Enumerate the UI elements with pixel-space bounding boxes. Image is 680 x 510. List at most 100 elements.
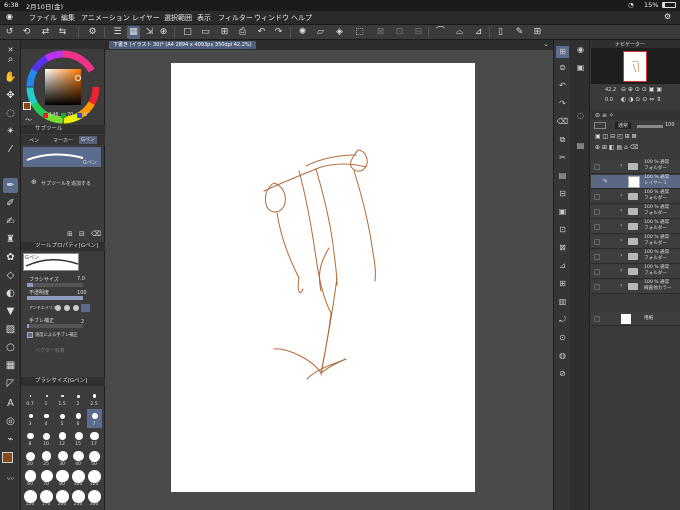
rotate-value[interactable]: 0.0 (605, 97, 613, 103)
flip-h-icon[interactable]: ⊡ (556, 224, 569, 236)
history-icon[interactable]: ↶ (556, 80, 569, 92)
rotate-controls-icon[interactable]: ◐ ◑ ⊙ ⊙ ⇔ ⇕ (621, 96, 661, 103)
brush-size-option[interactable]: 80 (55, 469, 70, 488)
pencil-tool-icon[interactable]: ✐ (3, 196, 18, 211)
crop-view-icon[interactable]: ⊞ (531, 26, 544, 39)
layer-row[interactable]: › 100 % 通常 線画他カラー (591, 280, 680, 294)
brush-size-option[interactable]: 200 (55, 489, 70, 508)
select-layer-icon[interactable]: ⊙ (556, 332, 569, 344)
transparent-color-icon[interactable]: 〰 (3, 472, 18, 487)
chevron-right-icon[interactable]: › (620, 252, 622, 259)
new-file-icon[interactable]: □ (181, 26, 194, 39)
layer-row[interactable]: ✎ 100 % 通常 レイヤー 1 (591, 175, 680, 189)
scale-icon[interactable]: ⊞ (556, 278, 569, 290)
vector-snap-label[interactable]: ベクター吸着 (35, 347, 65, 354)
menu-filter[interactable]: フィルター (218, 13, 253, 23)
zoom-out-icon[interactable]: ⊖ ⊕ ⊙ ⊙ ▣ ▣ (621, 86, 662, 93)
opacity-value[interactable]: 100 (77, 290, 87, 296)
add-subtool-icon[interactable]: ⊕ (31, 178, 37, 186)
visibility-toggle[interactable] (594, 224, 600, 230)
subtool-duplicate-icon[interactable]: ⊟ (79, 230, 85, 238)
zoom-value[interactable]: 42.2 (605, 87, 616, 93)
airbrush-icon[interactable]: ♜ (3, 232, 18, 247)
brush-size-option[interactable]: 10 (39, 429, 54, 448)
brush-size-slider[interactable] (27, 283, 83, 287)
transfer-icon[interactable]: ⇆ (56, 26, 69, 39)
export-icon[interactable]: ⇲ (143, 26, 156, 39)
settings-gear-icon[interactable]: ⚙ (664, 12, 671, 21)
brush-size-option[interactable]: 25 (39, 449, 54, 468)
eraser-icon[interactable]: ◇ (3, 268, 18, 283)
brush-size-option[interactable]: 8 (23, 429, 38, 448)
save-icon[interactable]: ⊞ (218, 26, 231, 39)
swap-icon[interactable]: ⇄ (39, 26, 52, 39)
lock-icon[interactable]: ⊘ (556, 368, 569, 380)
chevron-right-icon[interactable]: › (620, 192, 622, 199)
quick-access-icon[interactable]: ⚙ (86, 26, 99, 39)
brush-size-option[interactable]: 120 (87, 469, 102, 488)
delete-icon[interactable]: ✂ (556, 152, 569, 164)
undo-small-icon[interactable]: ↺ (3, 26, 16, 39)
visibility-toggle[interactable] (594, 239, 600, 245)
layer-row[interactable]: › 100 % 通常 フォルダー (591, 160, 680, 174)
tab-marker[interactable]: マーカー (53, 137, 73, 144)
crop-icon[interactable]: ⊠ (374, 26, 387, 39)
redo-history-icon[interactable]: ↷ (556, 98, 569, 110)
blend-icon[interactable]: ◐ (3, 286, 18, 301)
tab-menu-icon[interactable]: ⌄ (543, 40, 549, 48)
device-icon[interactable]: ▯ (494, 26, 507, 39)
layer-row[interactable]: › 100 % 通常 フォルダー (591, 235, 680, 249)
color-g-value[interactable]: 70 (67, 112, 73, 118)
merge-icon[interactable]: ⊟ (556, 188, 569, 200)
decoration-icon[interactable]: ✿ (3, 250, 18, 265)
visibility-toggle[interactable] (594, 254, 600, 260)
copy-icon[interactable]: ⧉ (556, 134, 569, 146)
chevron-right-icon[interactable]: › (620, 207, 622, 214)
brush-size-option[interactable]: 3 (23, 409, 38, 428)
zoom-icon[interactable]: ⌕ (3, 52, 18, 67)
menu-file[interactable]: ファイル (29, 13, 57, 23)
brush-size-option[interactable]: 250 (71, 489, 86, 508)
visibility-toggle[interactable] (594, 209, 600, 215)
subtool-copy-icon[interactable]: ⊞ (67, 230, 73, 238)
web-icon[interactable]: ⊕ (157, 26, 170, 39)
visibility-toggle[interactable] (594, 316, 600, 322)
color-r-value[interactable]: 146 (49, 112, 59, 118)
chevron-right-icon[interactable]: › (620, 237, 622, 244)
chevron-right-icon[interactable]: › (620, 162, 622, 169)
app-logo-icon[interactable]: ◉ (6, 12, 13, 21)
brush-size-option[interactable]: 17 (87, 429, 102, 448)
canvas-rotate-icon[interactable]: ⟲ (20, 26, 33, 39)
blend-mode-select[interactable]: 通常 (615, 122, 632, 129)
menu-view[interactable]: 表示 (197, 13, 211, 23)
brush-size-option[interactable]: 170 (39, 489, 54, 508)
panel-toggle-icon[interactable]: ⊞ (556, 46, 569, 58)
chevron-right-icon[interactable]: › (620, 222, 622, 229)
tab-pen[interactable]: ペン (29, 137, 39, 144)
opacity-slider[interactable] (27, 296, 83, 300)
layer-row[interactable]: › 100 % 通常 フォルダー (591, 220, 680, 234)
clear-icon[interactable]: ▱ (314, 26, 327, 39)
pen-tool-icon[interactable]: ✒ (3, 178, 18, 193)
brush-size-option[interactable]: 1 (39, 389, 54, 408)
layer-row[interactable]: › 100 % 通常 フォルダー (591, 205, 680, 219)
sub-view-tab-icon[interactable]: ▣ (574, 62, 587, 74)
frame-icon[interactable]: ▦ (3, 358, 18, 373)
pick-layer-icon[interactable]: ◍ (556, 350, 569, 362)
selection-in-icon[interactable]: ⊟ (412, 26, 425, 39)
brush-size-option[interactable]: 70 (39, 469, 54, 488)
panel-settings-icon[interactable]: ⊜ (556, 62, 569, 74)
layer-tab-icon[interactable]: ▤ (574, 140, 587, 152)
color-mode-icon[interactable]: 〜 (25, 115, 32, 125)
visibility-toggle[interactable] (594, 269, 600, 275)
stabilization-value[interactable]: 2 (81, 319, 84, 325)
balloon-icon[interactable]: ◎ (3, 414, 18, 429)
brush-size-option[interactable]: 6 (71, 409, 86, 428)
brush-size-option[interactable]: 150 (23, 489, 38, 508)
edit-icon[interactable]: ✎ (513, 26, 526, 39)
main-color-swatch[interactable] (2, 452, 13, 463)
brush-size-option[interactable]: 60 (23, 469, 38, 488)
layer-tool-icons-2[interactable]: ⊕ ⊞ ◧ ▤ ⌂ ⌫ (595, 144, 638, 151)
menu-help[interactable]: ヘルプ (291, 13, 312, 23)
ruler-snap-icon[interactable]: ⌒ (434, 26, 447, 39)
